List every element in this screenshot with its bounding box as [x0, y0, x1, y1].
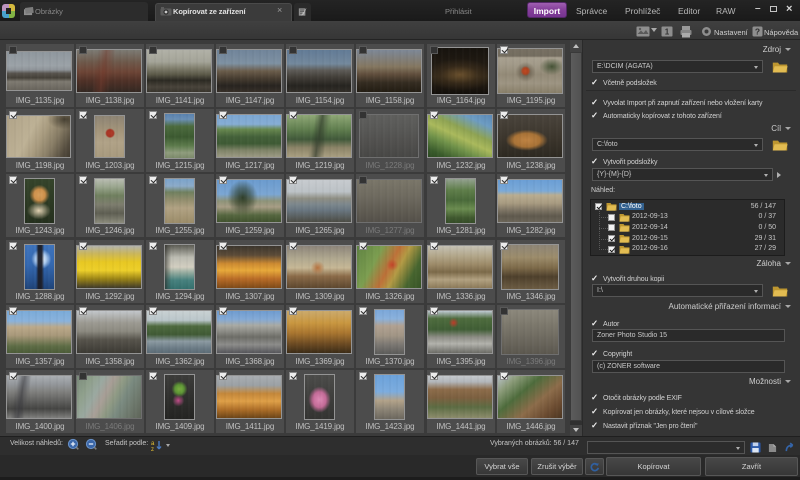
- svg-text:1: 1: [665, 28, 670, 37]
- svg-text:z: z: [151, 447, 154, 451]
- svg-text:?: ?: [755, 27, 760, 37]
